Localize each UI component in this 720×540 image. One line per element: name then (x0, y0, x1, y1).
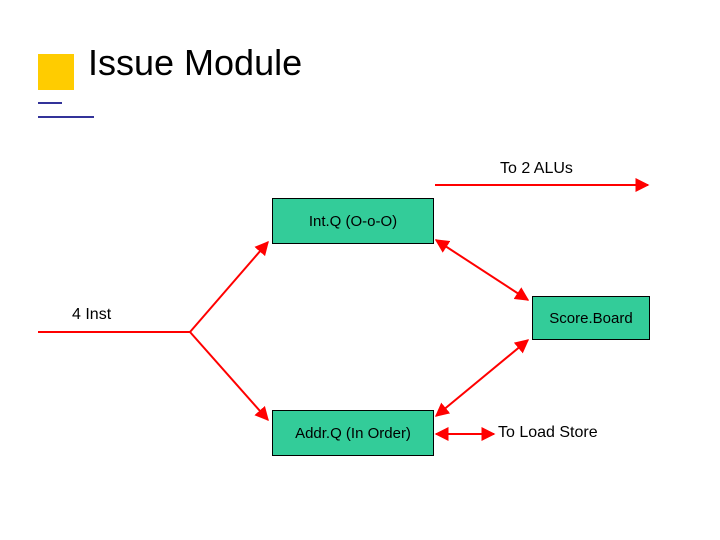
title-decor-line (38, 116, 94, 118)
label-to-alus: To 2 ALUs (500, 160, 573, 178)
label-four-inst: 4 Inst (72, 306, 111, 324)
box-scoreboard: Score.Board (532, 296, 650, 340)
label-to-load-store: To Load Store (498, 424, 598, 442)
title-bullet-icon (38, 54, 74, 90)
box-intq: Int.Q (O-o-O) (272, 198, 434, 244)
slide-title: Issue Module (88, 42, 302, 84)
title-decor-line (38, 102, 62, 104)
box-addrq: Addr.Q (In Order) (272, 410, 434, 456)
